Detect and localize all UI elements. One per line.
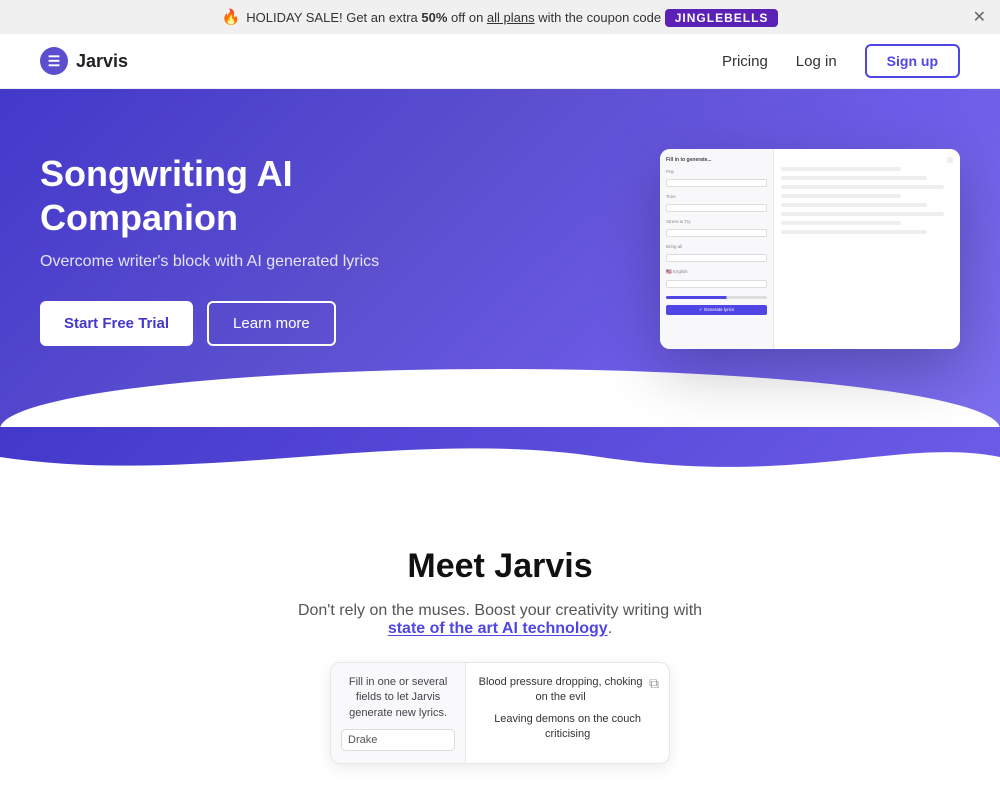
- mockup-close-row: [781, 157, 953, 163]
- mockup-field-label-2: Tone: [666, 194, 767, 199]
- hero-right: Fill in to generate... Pop Tone Stress &…: [660, 149, 960, 349]
- demo-card: Fill in one or several fields to let Jar…: [330, 662, 670, 764]
- mockup-field-5: [666, 280, 767, 288]
- all-plans-link[interactable]: all plans: [487, 10, 535, 25]
- announcement-text: HOLIDAY SALE! Get an extra 50% off on al…: [246, 10, 778, 25]
- meet-jarvis-section: Meet Jarvis Don't rely on the muses. Boo…: [0, 487, 1000, 804]
- pricing-link[interactable]: Pricing: [722, 53, 768, 70]
- demo-card-right: Blood pressure dropping, choking on the …: [466, 663, 669, 763]
- demo-lyric-2: Leaving demons on the couch criticising: [476, 712, 659, 743]
- mockup-lyric-1: [781, 167, 901, 171]
- mockup-left-panel: Fill in to generate... Pop Tone Stress &…: [660, 149, 774, 349]
- announcement-close-button[interactable]: ✕: [973, 7, 986, 27]
- wave-divider: [0, 427, 1000, 487]
- mockup-slider: [666, 296, 767, 299]
- mockup-right-panel: [774, 149, 960, 349]
- mockup-lyric-2: [781, 176, 927, 180]
- mockup-field-2: [666, 204, 767, 212]
- mockup-field-label-1: Pop: [666, 169, 767, 174]
- app-mockup: Fill in to generate... Pop Tone Stress &…: [660, 149, 960, 349]
- demo-artist-input[interactable]: Drake: [341, 729, 455, 751]
- fire-emoji-icon: 🔥: [222, 8, 241, 26]
- mockup-lyric-8: [781, 230, 927, 234]
- navbar: ☰ Jarvis Pricing Log in Sign up: [0, 34, 1000, 89]
- logo-icon: ☰: [40, 47, 68, 75]
- mockup-generate-button: ✓ Generate lyrics: [666, 305, 767, 315]
- mockup-field-3: [666, 229, 767, 237]
- mockup-lyric-4: [781, 194, 901, 198]
- meet-jarvis-title: Meet Jarvis: [40, 547, 960, 586]
- mockup-field-4: [666, 254, 767, 262]
- ai-technology-highlight: state of the art AI technology: [388, 620, 608, 637]
- learn-more-button[interactable]: Learn more: [207, 301, 336, 346]
- mockup-title: Fill in to generate...: [666, 157, 767, 163]
- hero-subtitle: Overcome writer's block with AI generate…: [40, 253, 440, 271]
- hero-section: Songwriting AI Companion Overcome writer…: [0, 89, 1000, 429]
- mockup-slider-row: [666, 296, 767, 299]
- announcement-bar: 🔥 HOLIDAY SALE! Get an extra 50% off on …: [0, 0, 1000, 34]
- demo-lyric-row-2: Leaving demons on the couch criticising: [476, 712, 659, 743]
- logo[interactable]: ☰ Jarvis: [40, 47, 128, 75]
- login-link[interactable]: Log in: [796, 53, 837, 70]
- logo-text: Jarvis: [76, 51, 128, 72]
- mockup-lyric-5: [781, 203, 927, 207]
- demo-lyric-1: Blood pressure dropping, choking on the …: [476, 675, 645, 706]
- mockup-field-label-5: 🇺🇸 English: [666, 269, 767, 275]
- hero-title: Songwriting AI Companion: [40, 152, 440, 238]
- demo-card-left: Fill in one or several fields to let Jar…: [331, 663, 466, 763]
- demo-card-container: Fill in one or several fields to let Jar…: [40, 662, 960, 764]
- mockup-lyric-7: [781, 221, 901, 225]
- mockup-close-icon: [947, 157, 953, 163]
- mockup-field-1: [666, 179, 767, 187]
- hero-left: Songwriting AI Companion Overcome writer…: [40, 152, 440, 345]
- mockup-field-label-3: Stress & Try: [666, 219, 767, 224]
- coupon-badge: JINGLEBELLS: [665, 9, 779, 27]
- copy-icon-1[interactable]: ⧉: [649, 675, 659, 692]
- mockup-lyric-3: [781, 185, 944, 189]
- nav-links: Pricing Log in Sign up: [722, 44, 960, 78]
- hero-buttons: Start Free Trial Learn more: [40, 301, 440, 346]
- signup-button[interactable]: Sign up: [865, 44, 960, 78]
- mockup-field-label-4: Bring all: [666, 244, 767, 249]
- mockup-lyric-6: [781, 212, 944, 216]
- meet-jarvis-subtitle: Don't rely on the muses. Boost your crea…: [40, 602, 960, 638]
- demo-lyric-row-1: Blood pressure dropping, choking on the …: [476, 675, 659, 706]
- start-free-trial-button[interactable]: Start Free Trial: [40, 301, 193, 346]
- demo-instruction-text: Fill in one or several fields to let Jar…: [341, 675, 455, 721]
